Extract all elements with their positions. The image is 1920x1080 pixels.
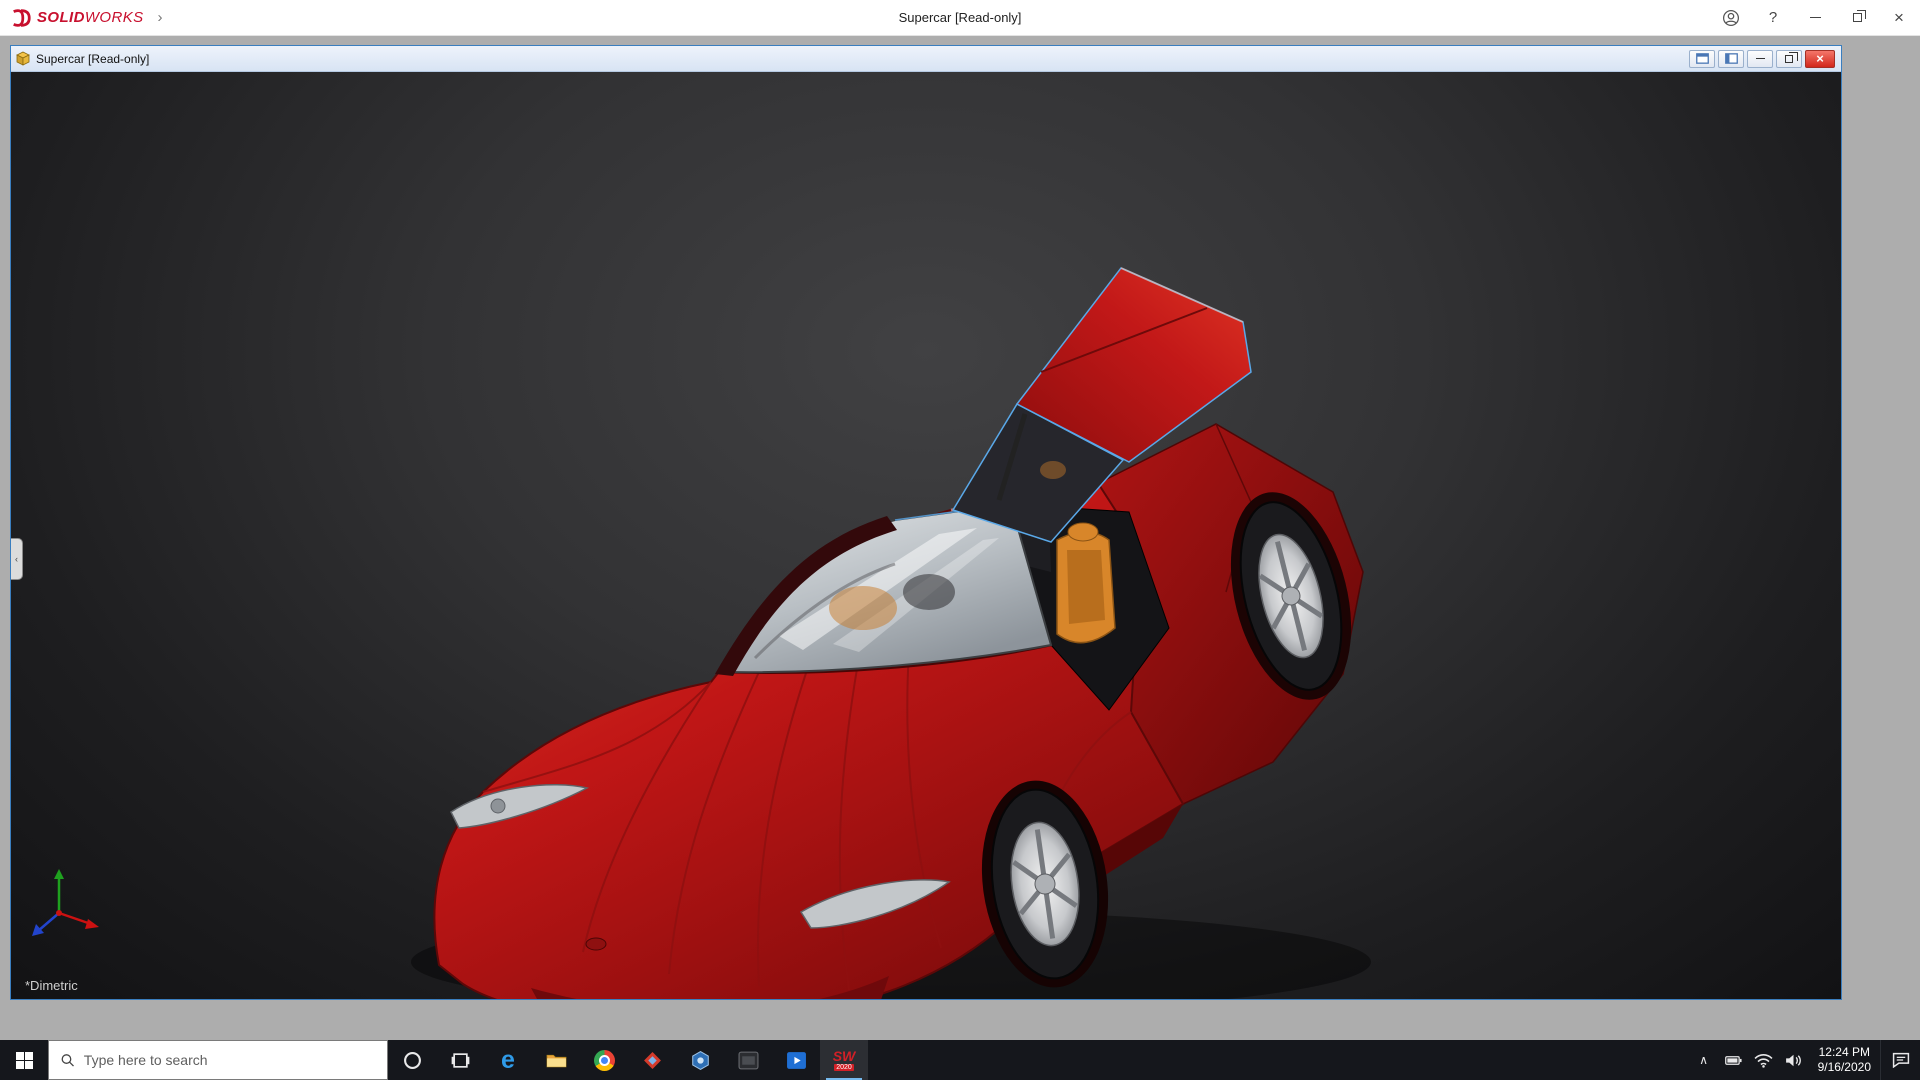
task-view-button[interactable] bbox=[436, 1040, 484, 1080]
chrome-icon bbox=[594, 1050, 615, 1071]
action-center-button[interactable] bbox=[1880, 1040, 1920, 1080]
battery-button[interactable] bbox=[1719, 1040, 1749, 1080]
app-window-controls: ? × bbox=[1710, 0, 1920, 35]
solidworks-logo: SOLIDWORKS bbox=[0, 7, 144, 29]
solidworks-mark-icon bbox=[10, 7, 32, 29]
speaker-icon bbox=[1784, 1053, 1803, 1068]
wifi-icon bbox=[1754, 1053, 1773, 1068]
graphics-viewport[interactable]: ‹ *Dimetric bbox=[11, 72, 1841, 999]
edge-button[interactable]: e bbox=[484, 1040, 532, 1080]
doc-pane-button-a[interactable] bbox=[1689, 50, 1715, 68]
minimize-icon bbox=[1810, 17, 1821, 18]
chevron-left-icon: ‹ bbox=[15, 554, 18, 564]
network-button[interactable] bbox=[1749, 1040, 1779, 1080]
pinned-app-media-button[interactable] bbox=[772, 1040, 820, 1080]
edge-icon: e bbox=[501, 1048, 515, 1073]
app-window-title: Supercar [Read-only] bbox=[899, 10, 1022, 25]
document-window-controls: × bbox=[1689, 50, 1837, 68]
document-assembly-icon bbox=[15, 51, 31, 67]
document-title: Supercar [Read-only] bbox=[36, 52, 149, 66]
clock-date: 9/16/2020 bbox=[1818, 1060, 1871, 1075]
menu-expand-arrow-icon[interactable]: › bbox=[158, 9, 163, 26]
app-titlebar: SOLIDWORKS › Supercar [Read-only] ? × bbox=[0, 0, 1920, 36]
task-view-icon bbox=[451, 1051, 470, 1070]
solidworks-2020-button[interactable]: SW 2020 bbox=[820, 1040, 868, 1080]
restore-icon bbox=[1785, 55, 1793, 63]
pinned-app-hexagon-button[interactable] bbox=[676, 1040, 724, 1080]
cortana-ring-icon bbox=[403, 1051, 422, 1070]
blue-media-app-icon bbox=[786, 1050, 807, 1071]
pinned-app-red-button[interactable] bbox=[628, 1040, 676, 1080]
question-mark-icon: ? bbox=[1769, 9, 1777, 26]
close-icon: × bbox=[1894, 9, 1904, 26]
blue-hexagon-app-icon bbox=[690, 1050, 711, 1071]
minimize-icon bbox=[1756, 58, 1765, 59]
taskbar-search[interactable] bbox=[48, 1040, 388, 1080]
start-button[interactable] bbox=[0, 1040, 48, 1080]
person-circle-icon bbox=[1722, 9, 1740, 27]
help-button[interactable]: ? bbox=[1752, 0, 1794, 35]
folder-icon bbox=[546, 1052, 567, 1069]
brand-bold: SOLID bbox=[37, 9, 85, 26]
window-pane-icon bbox=[1696, 53, 1709, 64]
solidworks-2020-icon: SW 2020 bbox=[833, 1049, 856, 1071]
taskbar-clock[interactable]: 12:24 PM 9/16/2020 bbox=[1809, 1045, 1880, 1075]
clock-time: 12:24 PM bbox=[1818, 1045, 1871, 1060]
pinned-app-dark-window-button[interactable] bbox=[724, 1040, 772, 1080]
system-tray: ∧ 12:24 PM 9/16/2 bbox=[1689, 1040, 1920, 1080]
window-split-pane-icon bbox=[1725, 53, 1738, 64]
sw-label: SW bbox=[833, 1049, 856, 1063]
doc-pane-button-b[interactable] bbox=[1718, 50, 1744, 68]
orientation-triad-icon bbox=[23, 861, 113, 951]
chrome-button[interactable] bbox=[580, 1040, 628, 1080]
brand-text: SOLIDWORKS bbox=[37, 9, 144, 26]
windows-taskbar: e SW 2020 bbox=[0, 1040, 1920, 1080]
account-button[interactable] bbox=[1710, 0, 1752, 35]
restore-button[interactable] bbox=[1836, 0, 1878, 35]
document-titlebar[interactable]: Supercar [Read-only] × bbox=[11, 46, 1841, 72]
close-button[interactable]: × bbox=[1878, 0, 1920, 35]
doc-restore-button[interactable] bbox=[1776, 50, 1802, 68]
notification-icon bbox=[1892, 1052, 1910, 1068]
doc-minimize-button[interactable] bbox=[1747, 50, 1773, 68]
supercar-3d-model[interactable] bbox=[11, 72, 1841, 999]
restore-icon bbox=[1853, 13, 1862, 22]
search-icon bbox=[60, 1052, 75, 1068]
cortana-button[interactable] bbox=[388, 1040, 436, 1080]
dark-window-app-icon bbox=[738, 1050, 759, 1071]
view-orientation-label: *Dimetric bbox=[25, 978, 78, 993]
windows-logo-icon bbox=[16, 1052, 33, 1069]
volume-button[interactable] bbox=[1779, 1040, 1809, 1080]
featuremanager-flyout-tab[interactable]: ‹ bbox=[11, 538, 23, 580]
file-explorer-button[interactable] bbox=[532, 1040, 580, 1080]
battery-icon bbox=[1725, 1055, 1742, 1066]
sw-year-label: 2020 bbox=[834, 1064, 854, 1071]
search-input[interactable] bbox=[84, 1052, 376, 1068]
minimize-button[interactable] bbox=[1794, 0, 1836, 35]
chevron-up-icon: ∧ bbox=[1699, 1053, 1708, 1067]
close-icon: × bbox=[1816, 51, 1824, 66]
tray-overflow-button[interactable]: ∧ bbox=[1689, 1040, 1719, 1080]
brand-light: WORKS bbox=[85, 9, 144, 26]
document-window: Supercar [Read-only] × bbox=[10, 45, 1842, 1000]
doc-close-button[interactable]: × bbox=[1805, 50, 1835, 68]
mdi-background: Supercar [Read-only] × bbox=[0, 36, 1920, 1040]
red-diamond-app-icon bbox=[643, 1051, 662, 1070]
